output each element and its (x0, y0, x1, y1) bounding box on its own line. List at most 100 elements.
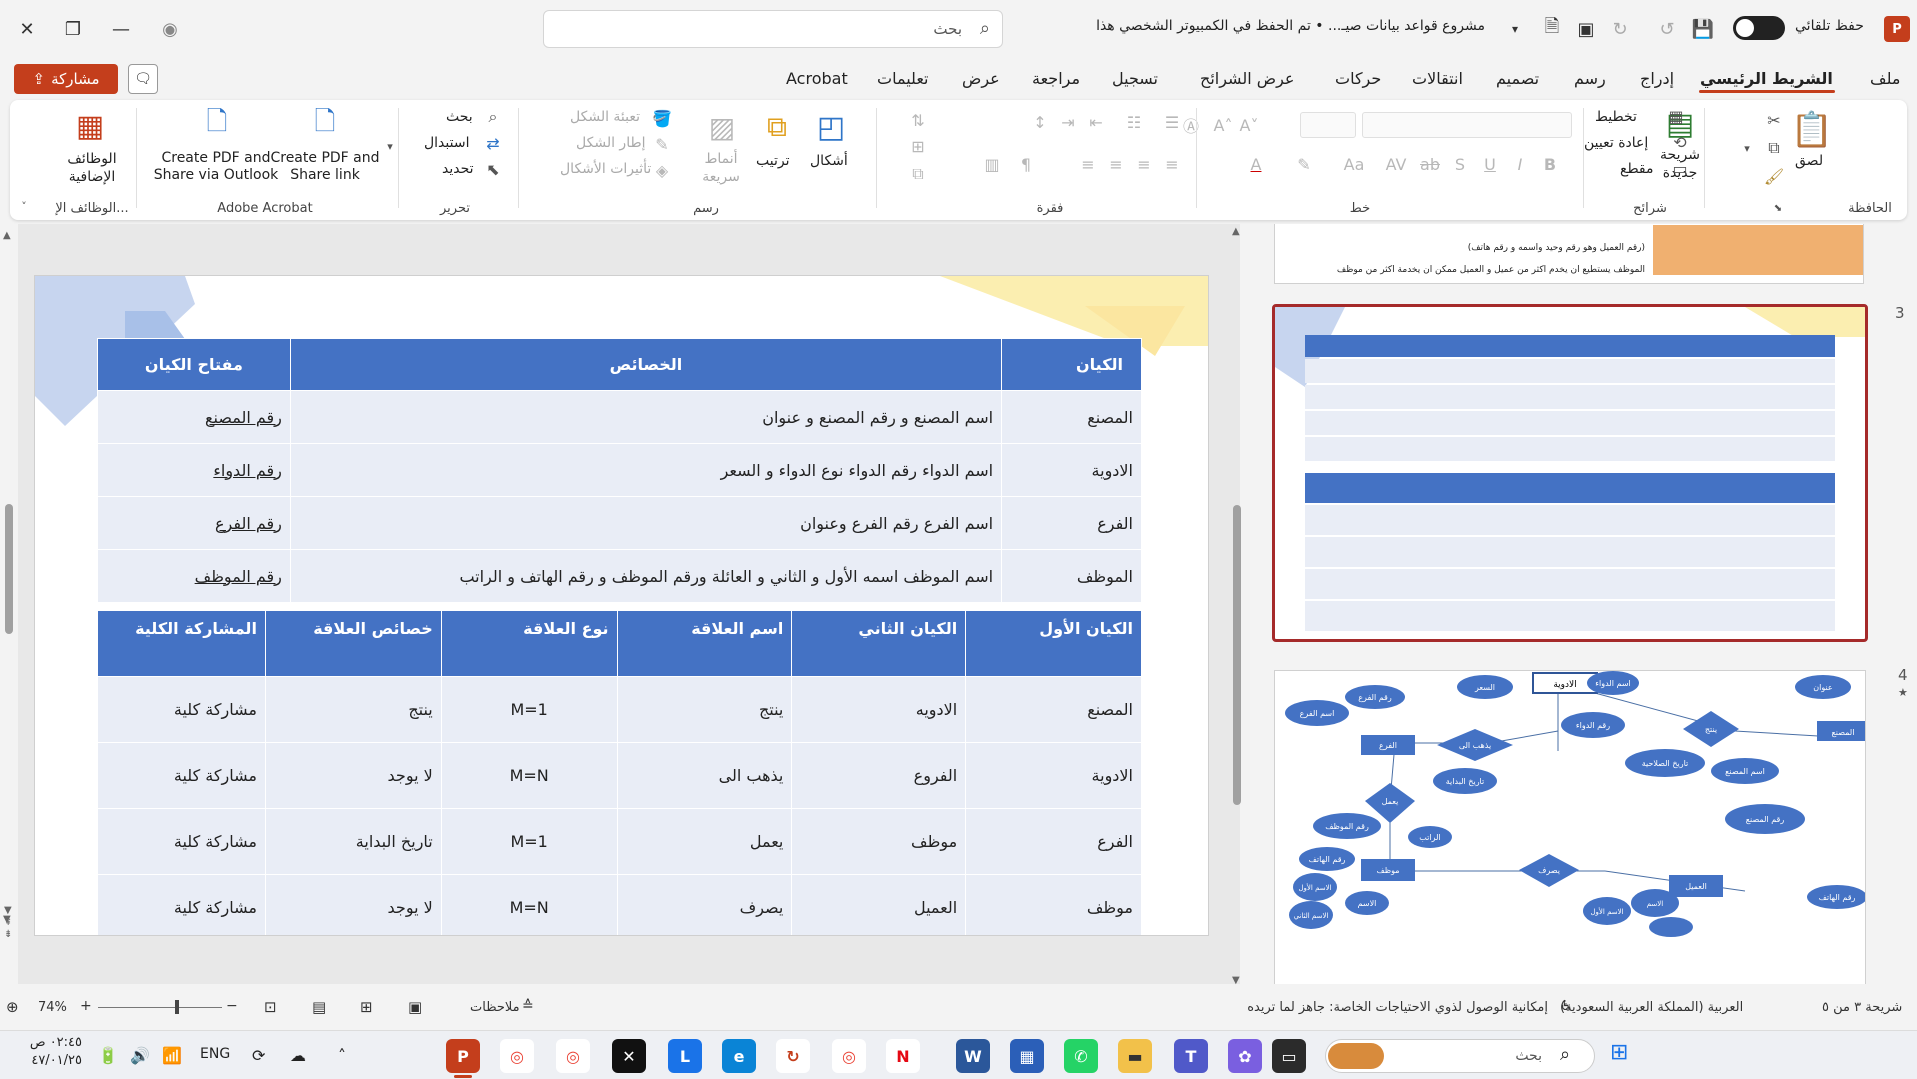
store-app-icon[interactable]: ▦ (1010, 1039, 1044, 1073)
table-cell[interactable]: الفرع (965, 808, 1142, 875)
quick-styles-label[interactable]: أنماط سريعة (696, 150, 746, 186)
chrome-app-icon[interactable]: ◎ (832, 1039, 866, 1073)
text-direction-icon[interactable]: ⇅ (906, 108, 930, 132)
columns-icon[interactable]: ▥ (980, 152, 1004, 176)
autosave-toggle[interactable] (1733, 16, 1785, 40)
select-icon[interactable]: ⬉ (482, 158, 504, 180)
justify-icon[interactable]: ≡ (1076, 152, 1100, 176)
font-shrink-icon[interactable]: A˅ (1236, 112, 1262, 138)
tab-acrobat[interactable]: Acrobat (786, 69, 848, 88)
change-case-icon[interactable]: Aa (1340, 152, 1368, 176)
shape-effects-label[interactable]: تأثيرات الأشكال (560, 160, 651, 178)
slide-sorter-icon[interactable]: ⊞ (360, 998, 373, 1016)
align-text-icon[interactable]: ⊞ (906, 134, 930, 158)
select-label[interactable]: تحديد (442, 160, 474, 178)
whatsapp-app-icon[interactable]: ✆ (1064, 1039, 1098, 1073)
collapse-ribbon-icon[interactable]: ˅ (16, 196, 32, 216)
table-cell[interactable]: اسم المصنع و رقم المصنع و عنوان (289, 390, 1003, 444)
fit-slide-icon[interactable]: ⊕ (6, 998, 19, 1016)
shape-outline-label[interactable]: إطار الشكل (576, 134, 646, 152)
canvas-scroll-thumb[interactable] (1233, 505, 1241, 805)
numbering-icon[interactable]: ☷ (1122, 110, 1146, 134)
table-cell[interactable]: المصنع (965, 676, 1142, 743)
table-cell[interactable]: ينتج (264, 676, 442, 743)
shape-fill-icon[interactable]: 🪣 (650, 106, 674, 130)
layout-label[interactable]: تخطيط (1595, 108, 1637, 126)
reset-icon[interactable]: ⟲ (1670, 132, 1690, 152)
line-spacing-icon[interactable]: ↕ (1028, 110, 1052, 134)
zoom-in-icon[interactable]: + (80, 998, 92, 1014)
font-name-field[interactable] (1362, 112, 1572, 138)
capcut-app-icon[interactable]: ✕ (612, 1039, 646, 1073)
canvas-scroll-down-icon[interactable]: ▼ (1232, 975, 1240, 986)
search-input[interactable]: بحث ⌕ (543, 10, 1003, 48)
font-color-icon[interactable]: A (1242, 152, 1270, 176)
undo-icon[interactable]: ↺ (1652, 14, 1682, 44)
table-cell[interactable]: يذهب الى (616, 742, 793, 809)
chevron-up-icon[interactable]: ˄ (338, 1046, 346, 1065)
save-icon[interactable]: 💾 (1688, 14, 1718, 44)
table-cell[interactable]: 1=M (440, 808, 618, 875)
table-cell[interactable]: الادوية (965, 742, 1142, 809)
table-cell[interactable]: الفرع (1001, 496, 1142, 550)
smartart-icon[interactable]: ⧉ (906, 162, 930, 186)
decrease-indent-icon[interactable]: ⇤ (1084, 110, 1108, 134)
table-cell[interactable]: مشاركة كلية (97, 742, 266, 809)
canvas-scroll-up-icon[interactable]: ▲ (1232, 226, 1240, 237)
shadow-icon[interactable]: S (1448, 152, 1472, 176)
font-grow-icon[interactable]: A˄ (1210, 112, 1236, 138)
tab-view[interactable]: عرض (962, 69, 1000, 88)
table-cell[interactable]: العميل (791, 874, 967, 935)
table-cell[interactable]: المصنع (1001, 390, 1142, 444)
restore-icon[interactable]: ❐ (58, 14, 88, 44)
language-indicator[interactable]: ENG (200, 1046, 230, 1062)
shape-effects-icon[interactable]: ◈ (650, 158, 674, 182)
file-explorer-app-icon[interactable]: ▬ (1118, 1039, 1152, 1073)
comment-button[interactable]: 🗨 (128, 64, 158, 94)
terminal-app-icon[interactable]: ▭ (1272, 1039, 1306, 1073)
shape-fill-label[interactable]: تعبئة الشكل (570, 108, 640, 126)
tab-draw[interactable]: رسم (1574, 69, 1606, 88)
find-label[interactable]: بحث (446, 108, 473, 126)
clock-time[interactable]: ٠٢:٤٥ ص (22, 1035, 82, 1050)
normal-view-icon[interactable]: ▣ (408, 998, 422, 1016)
word-app-icon[interactable]: W (956, 1039, 990, 1073)
table-cell[interactable]: مشاركة كلية (97, 874, 266, 935)
tab-insert[interactable]: إدراج (1640, 69, 1674, 88)
table-cell[interactable]: يصرف (616, 874, 793, 935)
align-center-icon[interactable]: ≡ (1132, 152, 1156, 176)
app-icon[interactable]: ↻ (776, 1039, 810, 1073)
chevron-down-icon[interactable]: ▾ (382, 136, 398, 156)
table-cell[interactable]: مشاركة كلية (97, 676, 266, 743)
table-cell[interactable]: الادوية (1001, 443, 1142, 497)
table-cell[interactable]: موظف (791, 808, 967, 875)
globe-icon[interactable]: ◉ (155, 14, 185, 44)
section-icon[interactable]: ▭ (1670, 158, 1690, 178)
underline-icon[interactable]: U (1478, 152, 1502, 176)
slideshow-view-icon[interactable]: ⊡ (264, 998, 277, 1016)
tab-slideshow[interactable]: عرض الشرائح (1200, 69, 1294, 88)
replace-label[interactable]: استبدال (424, 134, 469, 152)
arrange-label[interactable]: ترتيب (756, 152, 790, 170)
highlight-icon[interactable]: ✎ (1290, 152, 1318, 176)
sync-icon[interactable]: ⟳ (252, 1046, 265, 1065)
chevron-down-icon[interactable]: ▾ (1500, 14, 1530, 44)
table-cell[interactable]: تاريخ البداية (264, 808, 442, 875)
dialog-launcher-icon[interactable]: ⬊ (1770, 200, 1786, 216)
tab-design[interactable]: تصميم (1496, 69, 1539, 88)
powerpoint-app-icon[interactable]: P (446, 1039, 480, 1073)
rtl-icon[interactable]: ¶ (1014, 152, 1038, 176)
battery-icon[interactable]: 🔋 (98, 1046, 118, 1065)
scroll-up-icon[interactable]: ▲ (3, 230, 11, 241)
close-icon[interactable]: ✕ (12, 14, 42, 44)
strikethrough-icon[interactable]: ab (1418, 152, 1442, 176)
reset-label[interactable]: إعادة تعيين (1584, 134, 1648, 152)
quick-styles-icon[interactable]: ▨ (702, 106, 742, 148)
find-icon[interactable]: ⌕ (482, 106, 504, 128)
reading-view-icon[interactable]: ▤ (312, 998, 326, 1016)
left-scroll-thumb[interactable] (5, 504, 13, 634)
slide-thumbnail-3[interactable] (1272, 304, 1868, 642)
present-icon[interactable]: ▣ (1571, 14, 1601, 44)
bullets-icon[interactable]: ☰ (1160, 110, 1184, 134)
increase-indent-icon[interactable]: ⇥ (1056, 110, 1080, 134)
